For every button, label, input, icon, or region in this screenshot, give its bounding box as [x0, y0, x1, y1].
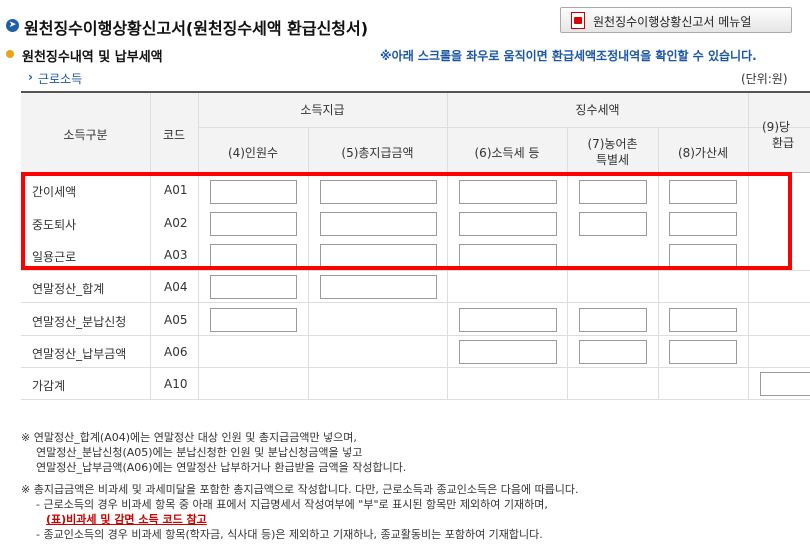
row-label-a04: 연말정산_합계	[32, 282, 105, 296]
sub-title: 근로소득	[38, 72, 83, 86]
header-refund-1: (9)당	[762, 120, 791, 134]
a06-income-tax-input[interactable]	[459, 340, 557, 364]
header-income-tax: (6)소득세 등	[474, 146, 540, 160]
unit-label: (단위:원)	[741, 72, 788, 86]
header-category: 소득구분	[63, 128, 108, 142]
header-surcharge: (8)가산세	[677, 146, 729, 160]
row-label-a10: 가감계	[32, 379, 66, 393]
section-title: 원천징수내역 및 납부세액	[22, 50, 163, 65]
row-label-a05: 연말정산_분납신청	[32, 315, 127, 329]
manual-button[interactable]: 원천징수이행상황신고서 메뉴얼	[560, 7, 792, 33]
arrow-right-icon: ➤	[6, 19, 19, 32]
a04-people-input[interactable]	[210, 275, 297, 299]
header-payment-group: 소득지급	[300, 103, 345, 117]
note-1-line-2: 연말정산_분납신청(A05)에는 분납신청한 인원 및 분납신청금액을 넣고	[36, 446, 363, 459]
header-people: (4)인원수	[227, 146, 279, 160]
page-title: 원천징수이행상황신고서(원천징수세액 환급신청서)	[24, 19, 369, 38]
row-code-a05: A05	[164, 313, 188, 327]
a10-refund-input[interactable]	[760, 372, 810, 396]
highlight-box	[21, 172, 792, 270]
note-2-line-3: - 종교인소득의 경우 비과세 항목(학자금, 식사대 등)은 제외하고 기재하…	[36, 528, 543, 541]
header-rural-tax-2: 특별세	[595, 153, 630, 167]
row-code-a04: A04	[164, 280, 188, 294]
chevron-right-icon: ›	[28, 70, 33, 84]
header-refund-2: 환급	[772, 136, 795, 150]
row-code-a10: A10	[164, 377, 188, 391]
note-2-line-2: - 근로소득의 경우 비과세 항목 중 아래 표에서 지급명세서 작성여부에 "…	[36, 498, 548, 511]
a04-total-pay-input[interactable]	[320, 275, 437, 299]
bullet-icon	[6, 50, 14, 58]
manual-button-label: 원천징수이행상황신고서 메뉴얼	[593, 15, 752, 29]
row-code-a06: A06	[164, 345, 188, 359]
nontaxable-code-link[interactable]: (표)비과세 및 감면 소득 코드 참고	[46, 511, 207, 527]
header-withholding-group: 징수세액	[575, 103, 620, 117]
row-label-a06: 연말정산_납부금액	[32, 347, 127, 361]
a05-surcharge-input[interactable]	[669, 308, 737, 332]
a06-rural-tax-input[interactable]	[579, 340, 647, 364]
a05-rural-tax-input[interactable]	[579, 308, 647, 332]
note-1-line-1: ※ 연말정산_합계(A04)에는 연말정산 대상 인원 및 총지급금액만 넣으며…	[21, 431, 357, 444]
note-1-line-3: 연말정산_납부금액(A06)에는 연말정산 납부하거나 환급받을 금액을 작성합…	[36, 461, 407, 474]
pdf-icon	[571, 12, 585, 29]
a06-surcharge-input[interactable]	[669, 340, 737, 364]
header-rural-tax-1: (7)농어촌	[587, 137, 638, 151]
a05-people-input[interactable]	[210, 308, 297, 332]
header-code: 코드	[162, 128, 186, 142]
a05-income-tax-input[interactable]	[459, 308, 557, 332]
header-total-pay: (5)총지급금액	[341, 146, 414, 160]
scroll-note: ※아래 스크롤을 좌우로 움직이면 환급세액조정내역을 확인할 수 있습니다.	[380, 49, 757, 63]
note-2-line-1: ※ 총지급금액은 비과세 및 과세미달을 포함한 총지급액으로 작성합니다. 다…	[21, 483, 579, 496]
